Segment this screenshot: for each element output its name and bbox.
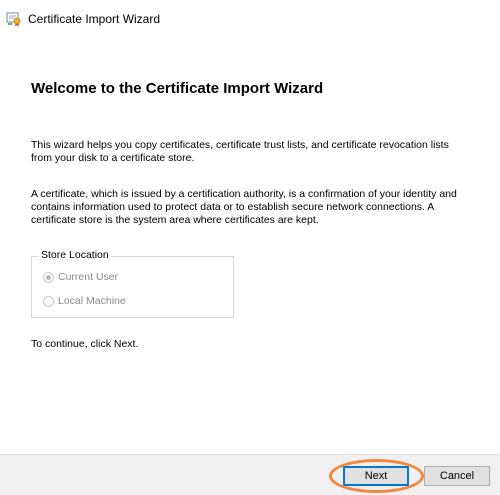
store-location-group (31, 256, 234, 318)
next-button[interactable]: Next (343, 466, 409, 486)
local-machine-label: Local Machine (58, 295, 126, 307)
intro-paragraph: This wizard helps you copy certificates,… (31, 139, 449, 164)
certificate-icon (6, 12, 21, 27)
local-machine-radio[interactable] (43, 295, 54, 307)
certificate-description: A certificate, which is issued by a cert… (31, 188, 457, 226)
current-user-label: Current User (58, 271, 119, 283)
current-user-radio[interactable] (43, 271, 54, 283)
title-bar[interactable]: Certificate Import Wizard (0, 0, 500, 38)
store-location-label: Store Location (39, 249, 111, 261)
cancel-button[interactable]: Cancel (424, 466, 490, 486)
window-title: Certificate Import Wizard (28, 12, 161, 26)
page-title: Welcome to the Certificate Import Wizard (31, 80, 324, 97)
continue-instruction: To continue, click Next. (31, 338, 139, 350)
current-user-option[interactable]: Current User (43, 270, 118, 284)
local-machine-option[interactable]: Local Machine (43, 294, 126, 308)
